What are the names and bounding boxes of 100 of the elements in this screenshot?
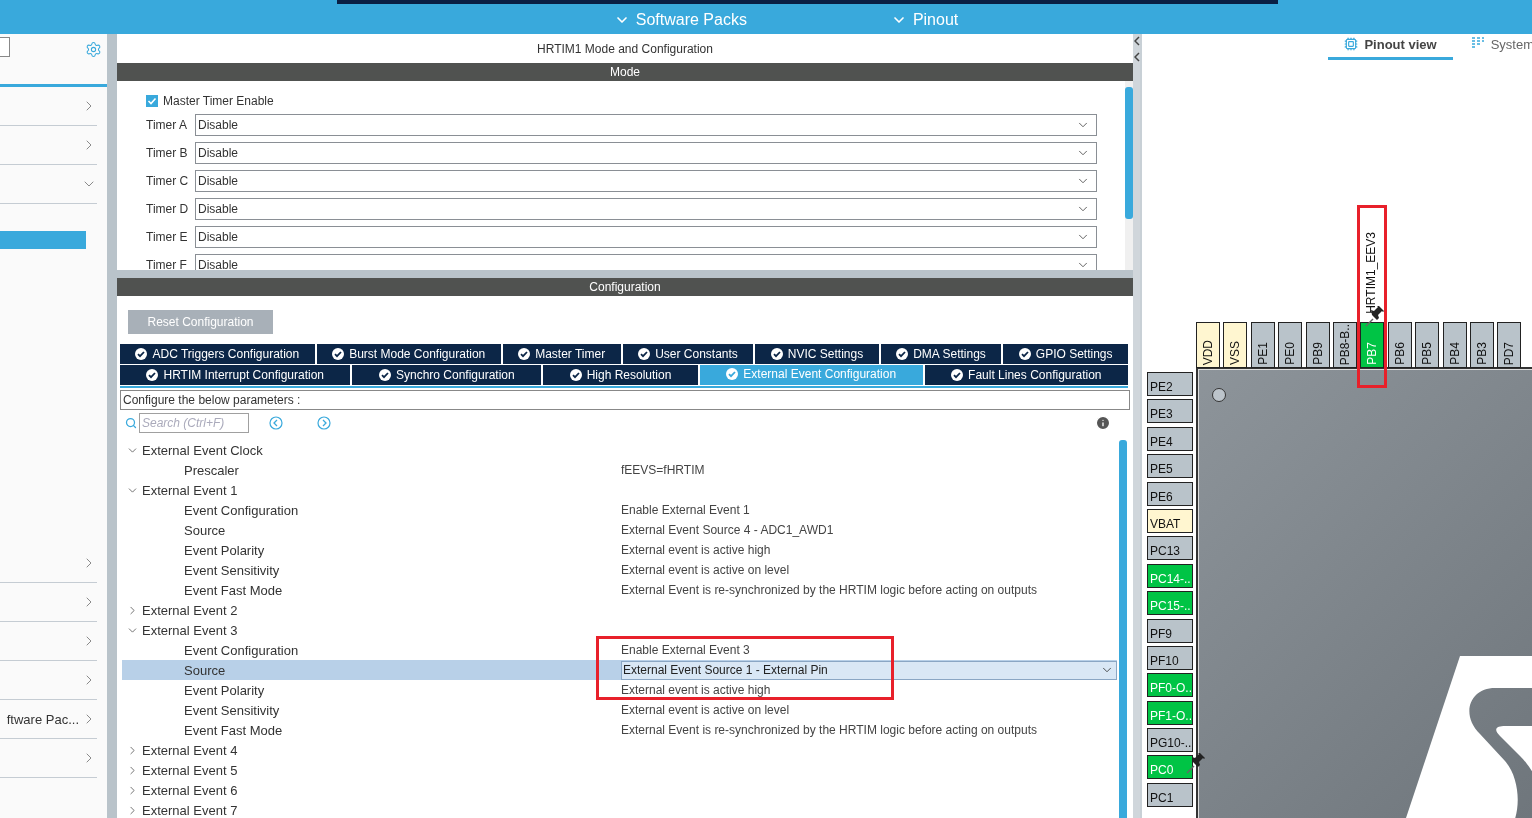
- chip-pin[interactable]: PB4: [1442, 322, 1467, 368]
- check-circle-icon: [146, 369, 159, 381]
- parameter-label: Event Polarity: [183, 542, 266, 558]
- check-circle-icon: [726, 368, 739, 380]
- chip-pin[interactable]: PC1: [1147, 782, 1193, 807]
- config-tab[interactable]: ADC Triggers Configuration: [120, 344, 315, 364]
- parameter-value: fEEVS=fHRTIM: [621, 463, 705, 477]
- check-circle-icon: [378, 369, 391, 381]
- config-tab[interactable]: HRTIM Interrupt Configuration: [120, 365, 351, 385]
- dropdown-field[interactable]: Disable: [195, 114, 1097, 136]
- chip-icon: [1344, 37, 1359, 51]
- signal-label: HRTIM1_EEV3: [1365, 232, 1378, 314]
- parameter-label: Event Configuration: [183, 502, 300, 518]
- chip-pin[interactable]: PC13: [1147, 536, 1193, 561]
- previous-button[interactable]: [269, 416, 283, 430]
- field-label: Timer E: [146, 230, 189, 244]
- parameter-value: Enable External Event 1: [621, 503, 750, 517]
- parameter-value: External event is active on level: [621, 563, 790, 577]
- config-tab[interactable]: DMA Settings: [880, 344, 1002, 364]
- config-tab[interactable]: Burst Mode Configuration: [316, 344, 501, 364]
- parameter-label: Prescaler: [183, 462, 240, 478]
- chip-pin[interactable]: VDD: [1196, 322, 1220, 368]
- chip-pin[interactable]: VSS: [1223, 322, 1248, 368]
- config-tab[interactable]: Fault Lines Configuration: [924, 365, 1128, 385]
- config-tab[interactable]: NVIC Settings: [755, 344, 879, 364]
- dropdown-field[interactable]: Disable: [195, 198, 1097, 220]
- selected-tree-row[interactable]: Source External Event Source 1 - External Pin: [122, 660, 1117, 680]
- checkbox[interactable]: [146, 95, 158, 107]
- chip-pin[interactable]: PE3: [1147, 399, 1193, 424]
- chip-pin[interactable]: PE0: [1278, 322, 1303, 368]
- chip-pin[interactable]: PD7: [1497, 322, 1522, 368]
- search-field[interactable]: Search (Ctrl+F): [139, 413, 249, 433]
- parameter-label: Source: [183, 522, 227, 538]
- dropdown-field[interactable]: Disable: [195, 254, 1097, 270]
- tree-group-label[interactable]: External Event 3: [142, 622, 238, 638]
- collapse-handle-icon[interactable]: [1133, 36, 1140, 62]
- config-tab[interactable]: Synchro Configuration: [352, 365, 542, 385]
- pin-one-marker: [1212, 388, 1226, 402]
- config-tab[interactable]: GPIO Settings: [1003, 344, 1128, 364]
- tree-group-label[interactable]: External Event 6: [142, 782, 238, 798]
- dropdown-field[interactable]: Disable: [195, 142, 1097, 164]
- parameter-value: External event is active high: [621, 543, 771, 557]
- tree-group-label[interactable]: External Event 4: [142, 742, 238, 758]
- field-label: Timer F: [146, 258, 188, 270]
- chip-pin[interactable]: PB9: [1305, 322, 1330, 368]
- parameter-value: External event is active high: [621, 683, 771, 697]
- chip-pin[interactable]: PE1: [1250, 322, 1275, 368]
- chip-pin[interactable]: PB5: [1415, 322, 1440, 368]
- chip-pin[interactable]: PB8-B..: [1332, 322, 1357, 368]
- chip-pin[interactable]: PB3: [1469, 322, 1494, 368]
- scrollbar-thumb[interactable]: [1125, 87, 1133, 219]
- next-button[interactable]: [317, 416, 331, 430]
- chip-pin[interactable]: PF9: [1147, 618, 1193, 643]
- chip-pin[interactable]: PG10-..: [1147, 728, 1193, 753]
- dropdown-field[interactable]: Disable: [195, 226, 1097, 248]
- parameter-label: Event Fast Mode: [183, 722, 284, 738]
- check-circle-icon: [951, 369, 964, 381]
- chip-pin[interactable]: PE6: [1147, 481, 1193, 506]
- info-icon[interactable]: [1095, 415, 1111, 431]
- parameter-value: Enable External Event 3: [621, 643, 750, 657]
- tree-group-label[interactable]: External Event 2: [142, 602, 238, 618]
- parameter-label: Event Sensitivity: [183, 702, 281, 718]
- check-circle-icon: [569, 369, 582, 381]
- section-header: Configuration: [117, 278, 1133, 296]
- field-label: Timer A: [146, 118, 188, 132]
- check-circle-icon: [770, 348, 783, 360]
- settings-icon[interactable]: [85, 41, 102, 58]
- search-icon: [125, 417, 137, 429]
- view-tab[interactable]: Pinout view: [1328, 37, 1453, 60]
- section-header: Mode: [117, 63, 1133, 81]
- parameter-label: Event Polarity: [183, 682, 266, 698]
- chip-pin[interactable]: PE2: [1147, 372, 1193, 396]
- chip-pin[interactable]: PE5: [1147, 454, 1193, 479]
- config-tab[interactable]: Master Timer: [502, 344, 621, 364]
- check-circle-icon: [638, 348, 651, 360]
- sidebar-item-label[interactable]: ftware Pac...: [6, 711, 79, 727]
- parameter-dropdown[interactable]: External Event Source 1 - External Pin: [621, 660, 1117, 680]
- check-circle-icon: [1018, 348, 1031, 360]
- chip-pin[interactable]: VBAT: [1147, 508, 1193, 533]
- field-label: Timer B: [146, 146, 189, 160]
- parameter-label: Event Fast Mode: [183, 582, 284, 598]
- tree-group-label[interactable]: External Event 7: [142, 802, 238, 818]
- check-circle-icon: [896, 348, 909, 360]
- chip-pin[interactable]: PF10: [1147, 645, 1193, 670]
- scrollbar-thumb[interactable]: [1119, 440, 1127, 818]
- config-tab[interactable]: High Resolution: [543, 365, 698, 385]
- tree-group-label[interactable]: External Event Clock: [142, 442, 263, 458]
- tree-group-label[interactable]: External Event 5: [142, 762, 238, 778]
- field-label: Timer C: [146, 174, 190, 188]
- config-tab[interactable]: User Constants: [622, 344, 754, 364]
- chip-pin[interactable]: PE4: [1147, 426, 1193, 451]
- parameter-label: Event Configuration: [183, 642, 300, 658]
- dropdown-field[interactable]: Disable: [195, 170, 1097, 192]
- check-circle-icon: [518, 348, 531, 360]
- parameter-value: External Event Source 4 - ADC1_AWD1: [621, 523, 834, 537]
- check-circle-icon: [332, 348, 345, 360]
- parameter-value: External Event is re-synchronized by the HRTIM logic before acting on outputs: [621, 583, 1037, 597]
- chip-pin[interactable]: PB6: [1387, 322, 1412, 368]
- dropdown-field[interactable]: [0, 37, 10, 57]
- tree-group-label[interactable]: External Event 1: [142, 482, 238, 498]
